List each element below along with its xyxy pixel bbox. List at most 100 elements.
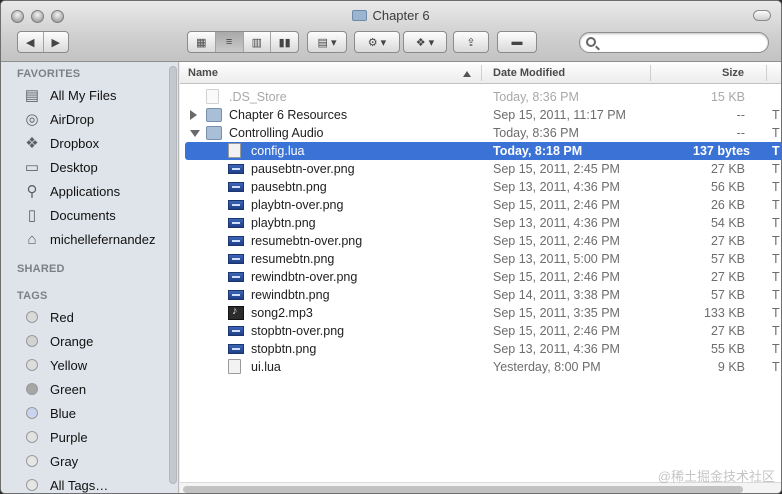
action-button[interactable]: ⚙ ▾ [354, 31, 400, 53]
table-row[interactable]: config.lua Today, 8:18 PM 137 bytes T [185, 142, 781, 160]
table-row[interactable]: resumebtn.png Sep 13, 2011, 5:00 PM 57 KB T [180, 250, 781, 268]
disclosure-closed-icon[interactable] [190, 110, 197, 120]
sidebar-tag-purple[interactable]: Purple [23, 426, 171, 448]
arrange-button[interactable]: ▤ ▾ [307, 31, 347, 53]
file-size: 27 KB [710, 324, 745, 338]
sidebar-shared-header: SHARED [17, 263, 65, 275]
column-header-date[interactable]: Date Modified [493, 67, 565, 79]
table-row[interactable]: Controlling Audio Today, 8:36 PM -- T [180, 124, 781, 142]
table-row[interactable]: .DS_Store Today, 8:36 PM 15 KB [180, 88, 781, 106]
list-view-button[interactable]: ≡ [214, 32, 243, 52]
column-divider[interactable] [766, 65, 767, 81]
sidebar-tag-orange[interactable]: Orange [23, 330, 171, 352]
table-row[interactable]: rewindbtn.png Sep 14, 2011, 3:38 PM 57 KB T [180, 286, 781, 304]
doc-file-icon [228, 143, 241, 158]
table-row[interactable]: pausebtn.png Sep 13, 2011, 4:36 PM 56 KB T [180, 178, 781, 196]
sidebar-scrollbar[interactable] [169, 64, 177, 488]
sidebar-item-label: Applications [50, 183, 121, 199]
file-date-modified: Sep 13, 2011, 4:36 PM [493, 342, 620, 356]
grid-icon: ▦ [196, 36, 207, 49]
sidebar-tag-green[interactable]: Green [23, 378, 171, 400]
table-row[interactable]: song2.mp3 Sep 15, 2011, 3:35 PM 133 KB T [180, 304, 781, 322]
file-name: resumebtn.png [251, 252, 335, 266]
sidebar-item-label: michellefernandez [50, 231, 156, 247]
sidebar-tag-all[interactable]: All Tags… [23, 474, 171, 493]
back-button[interactable]: ◀ [18, 32, 43, 52]
file-name: playbtn-over.png [251, 198, 344, 212]
share-button[interactable]: ⇪ [453, 31, 489, 53]
sidebar-item-airdrop[interactable]: ◎ AirDrop [23, 108, 171, 130]
file-date-modified: Sep 15, 2011, 3:35 PM [493, 306, 620, 320]
file-size: 15 KB [710, 90, 745, 104]
sidebar-tag-gray[interactable]: Gray [23, 450, 171, 472]
tag-dot-icon [26, 455, 38, 467]
png-file-icon [228, 344, 244, 354]
sidebar-item-all-my-files[interactable]: ▤ All My Files [23, 84, 171, 106]
file-kind: T [772, 126, 780, 140]
table-row[interactable]: rewindbtn-over.png Sep 15, 2011, 2:46 PM 2… [180, 268, 781, 286]
file-date-modified: Yesterday, 8:00 PM [493, 360, 601, 374]
horizontal-scroll-thumb[interactable] [183, 486, 743, 493]
sidebar-favorites-header: FAVORITES [17, 68, 81, 80]
png-file-icon [228, 290, 244, 300]
file-list: Name Date Modified Size .DS_Store Today, … [180, 62, 781, 493]
table-row[interactable]: Chapter 6 Resources Sep 15, 2011, 11:17 P… [180, 106, 781, 124]
file-size: -- [736, 126, 745, 140]
column-header-size[interactable]: Size [722, 67, 744, 79]
search-input[interactable] [579, 32, 769, 53]
chevron-right-icon: ▶ [51, 36, 60, 49]
sidebar-item-label: Desktop [50, 159, 98, 175]
sidebar-item-home[interactable]: ⌂ michellefernandez [23, 228, 171, 250]
sidebar-scroll-thumb[interactable] [169, 66, 177, 484]
file-size: 27 KB [710, 234, 745, 248]
file-name: stopbtn.png [251, 342, 317, 356]
tag-dot-icon [26, 407, 38, 419]
file-kind: T [772, 306, 780, 320]
airdrop-icon: ◎ [25, 111, 39, 128]
sidebar-tag-blue[interactable]: Blue [23, 402, 171, 424]
png-file-icon [228, 218, 244, 228]
file-name: rewindbtn-over.png [251, 270, 358, 284]
column-view-button[interactable]: ▥ [242, 32, 271, 52]
png-file-icon [228, 182, 244, 192]
tags-button[interactable]: ▬ [497, 31, 537, 53]
sidebar-item-label: Red [50, 309, 74, 325]
png-file-icon [228, 164, 244, 174]
arrange-icon: ▤ ▾ [317, 36, 337, 49]
table-row[interactable]: ui.lua Yesterday, 8:00 PM 9 KB T [180, 358, 781, 376]
file-size: 137 bytes [693, 144, 750, 158]
column-header-name[interactable]: Name [188, 67, 218, 79]
sidebar-item-desktop[interactable]: ▭ Desktop [23, 156, 171, 178]
column-divider[interactable] [481, 65, 482, 81]
all-files-icon: ▤ [24, 87, 40, 104]
table-row[interactable]: stopbtn.png Sep 13, 2011, 4:36 PM 55 KB T [180, 340, 781, 358]
file-name: rewindbtn.png [251, 288, 330, 302]
sidebar-item-dropbox[interactable]: ❖ Dropbox [23, 132, 171, 154]
tag-dot-icon [26, 431, 38, 443]
sidebar-tag-yellow[interactable]: Yellow [23, 354, 171, 376]
icon-view-button[interactable]: ▦ [188, 32, 215, 52]
table-row[interactable]: playbtn.png Sep 13, 2011, 4:36 PM 54 KB T [180, 214, 781, 232]
sidebar-item-applications[interactable]: ⚲ Applications [23, 180, 171, 202]
sidebar-tag-red[interactable]: Red [23, 306, 171, 328]
sidebar-item-documents[interactable]: ▯ Documents [23, 204, 171, 226]
file-kind: T [772, 216, 780, 230]
file-kind: T [772, 288, 780, 302]
file-size: 26 KB [710, 198, 745, 212]
table-row[interactable]: resumebtn-over.png Sep 15, 2011, 2:46 PM 2… [180, 232, 781, 250]
file-size: 57 KB [710, 288, 745, 302]
disclosure-open-icon[interactable] [190, 130, 200, 137]
table-row[interactable]: playbtn-over.png Sep 15, 2011, 2:46 PM 26 … [180, 196, 781, 214]
search-icon [586, 37, 596, 47]
table-row[interactable]: stopbtn-over.png Sep 15, 2011, 2:46 PM 27 … [180, 322, 781, 340]
sidebar-tags-header: TAGS [17, 290, 48, 302]
column-divider[interactable] [650, 65, 651, 81]
coverflow-view-button[interactable]: ▮▮ [270, 32, 298, 52]
forward-button[interactable]: ▶ [42, 32, 69, 52]
mp3-file-icon [228, 305, 244, 320]
png-file-icon [228, 236, 244, 246]
tag-dot-icon [26, 311, 38, 323]
table-row[interactable]: pausebtn-over.png Sep 15, 2011, 2:45 PM 27… [180, 160, 781, 178]
dropbox-button[interactable]: ❖ ▾ [403, 31, 447, 53]
file-name: pausebtn.png [251, 180, 327, 194]
